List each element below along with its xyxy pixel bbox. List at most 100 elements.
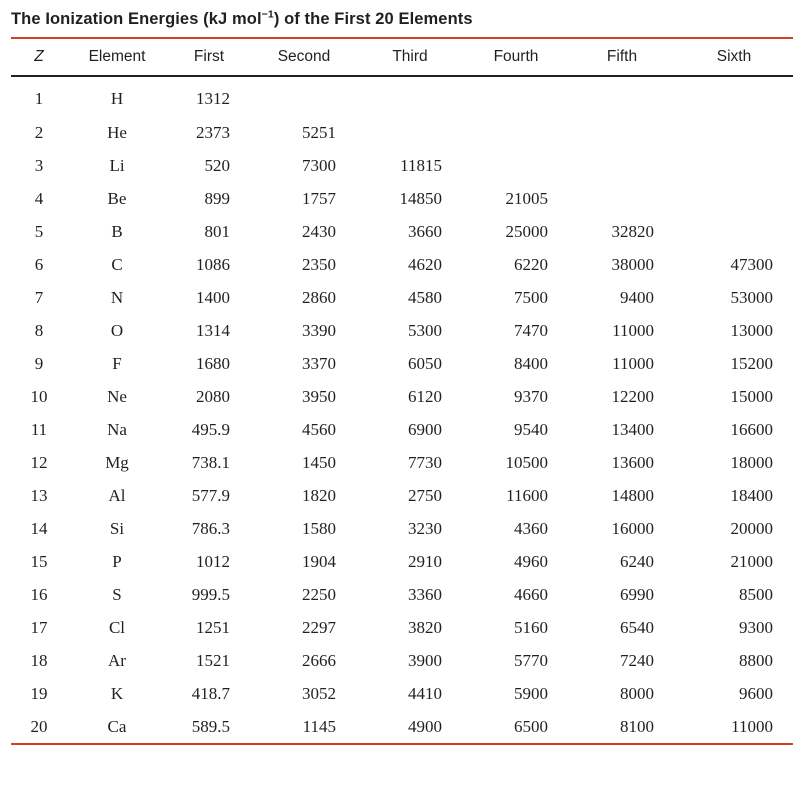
cell-first: 1314 — [196, 320, 230, 340]
cell-fifth: 7240 — [620, 650, 654, 670]
cell-first: 899 — [204, 188, 231, 208]
cell-sixth: 18400 — [730, 485, 774, 505]
cell-fourth: 10500 — [505, 452, 549, 472]
cell-element: He — [107, 122, 127, 142]
header-row: Z Element First Second Third Fourth Fift… — [11, 39, 793, 75]
table-row: 19 K 418.7 3052 4410 5900 8000 9600 — [11, 677, 793, 710]
bottom-red-rule — [11, 743, 793, 745]
cell-fourth: 9540 — [514, 419, 548, 439]
table-row: 8 O 1314 3390 5300 7470 11000 13000 — [11, 314, 793, 347]
column-header-element: Element — [88, 48, 146, 65]
table-row: 4 Be 899 1757 14850 21005 — [11, 182, 793, 215]
cell-z: 10 — [30, 386, 48, 406]
cell-fifth: 38000 — [611, 254, 655, 274]
cell-z: 11 — [30, 419, 48, 439]
cell-fourth: 8400 — [514, 353, 548, 373]
cell-fourth: 5900 — [514, 683, 548, 703]
cell-second: 3390 — [302, 320, 336, 340]
cell-z: 7 — [34, 287, 44, 307]
column-header-second: Second — [277, 48, 331, 65]
column-header-fifth: Fifth — [606, 48, 638, 65]
cell-second: 2350 — [302, 254, 336, 274]
cell-second: 2297 — [302, 617, 336, 637]
cell-first: 738.1 — [191, 452, 230, 472]
cell-third: 3900 — [408, 650, 442, 670]
cell-z: 6 — [34, 254, 44, 274]
cell-element: H — [110, 88, 124, 108]
table-row: 15 P 1012 1904 2910 4960 6240 21000 — [11, 545, 793, 578]
cell-fourth: 11600 — [506, 485, 548, 505]
cell-fourth: 6220 — [514, 254, 548, 274]
cell-z: 4 — [34, 188, 44, 208]
cell-sixth: 15000 — [730, 386, 774, 406]
cell-first: 801 — [204, 221, 231, 241]
cell-second: 3370 — [302, 353, 336, 373]
table-row: 7 N 1400 2860 4580 7500 9400 53000 — [11, 281, 793, 314]
cell-first: 1086 — [196, 254, 230, 274]
cell-z: 13 — [30, 485, 48, 505]
cell-element: F — [112, 353, 122, 373]
cell-fourth — [463, 77, 569, 116]
table-row: 18 Ar 1521 2666 3900 5770 7240 8800 — [11, 644, 793, 677]
cell-third: 2910 — [408, 551, 442, 571]
cell-z: 3 — [34, 155, 44, 175]
cell-fourth: 5160 — [514, 617, 548, 637]
cell-second: 1450 — [302, 452, 336, 472]
cell-third: 3660 — [408, 221, 442, 241]
cell-sixth: 13000 — [730, 320, 774, 340]
cell-first: 1521 — [196, 650, 230, 670]
cell-z: 15 — [30, 551, 48, 571]
table-row: 2 He 2373 5251 — [11, 116, 793, 149]
column-header-first: First — [193, 48, 225, 65]
cell-z: 9 — [34, 353, 44, 373]
cell-fifth: 32820 — [611, 221, 655, 241]
cell-fifth: 14800 — [611, 485, 655, 505]
column-header-third: Third — [392, 48, 428, 65]
table-header: Z Element First Second Third Fourth Fift… — [11, 39, 793, 75]
cell-first: 1251 — [196, 617, 230, 637]
cell-fourth: 4660 — [514, 584, 548, 604]
table-row: 10 Ne 2080 3950 6120 9370 12200 15000 — [11, 380, 793, 413]
cell-fifth — [569, 77, 675, 116]
cell-z: 5 — [34, 221, 44, 241]
cell-fifth: 11000 — [612, 320, 654, 340]
cell-fifth: 13400 — [611, 419, 655, 439]
cell-third: 4620 — [408, 254, 442, 274]
cell-fourth — [463, 116, 569, 149]
ionization-energies-table: Z Element First Second Third Fourth Fift… — [11, 39, 793, 75]
cell-fourth: 21005 — [505, 188, 549, 208]
cell-first: 577.9 — [191, 485, 230, 505]
cell-element: Cl — [108, 617, 126, 637]
cell-second: 1820 — [302, 485, 336, 505]
cell-fifth: 12200 — [611, 386, 655, 406]
cell-third — [357, 77, 463, 116]
cell-fourth: 4360 — [514, 518, 548, 538]
cell-second: 2250 — [302, 584, 336, 604]
cell-second: 1757 — [302, 188, 336, 208]
cell-fifth — [569, 182, 675, 215]
cell-sixth — [675, 182, 793, 215]
cell-fifth: 13600 — [611, 452, 655, 472]
cell-fifth — [569, 149, 675, 182]
cell-sixth — [675, 215, 793, 248]
cell-element: S — [112, 584, 122, 604]
ionization-energies-body: 1 H 1312 2 He 2373 5251 3 Li 520 7300 11815 4 Be 899 17… — [11, 77, 793, 743]
cell-element: Li — [109, 155, 125, 175]
cell-sixth: 15200 — [730, 353, 774, 373]
cell-z: 18 — [30, 650, 48, 670]
cell-third: 5300 — [408, 320, 442, 340]
cell-fourth — [463, 149, 569, 182]
cell-second: 7300 — [302, 155, 336, 175]
cell-second: 1904 — [302, 551, 336, 571]
column-header-z: Z — [34, 48, 44, 65]
table-row: 16 S 999.5 2250 3360 4660 6990 8500 — [11, 578, 793, 611]
cell-fifth: 11000 — [612, 353, 654, 373]
cell-first: 999.5 — [191, 584, 230, 604]
column-header-sixth: Sixth — [716, 48, 752, 65]
cell-first: 1680 — [196, 353, 230, 373]
table-row: 12 Mg 738.1 1450 7730 10500 13600 18000 — [11, 446, 793, 479]
cell-element: O — [110, 320, 124, 340]
cell-sixth: 16600 — [730, 419, 774, 439]
ionization-energies-table-page: The Ionization Energies (kJ mol−1) of th… — [0, 0, 804, 797]
cell-element: B — [111, 221, 123, 241]
